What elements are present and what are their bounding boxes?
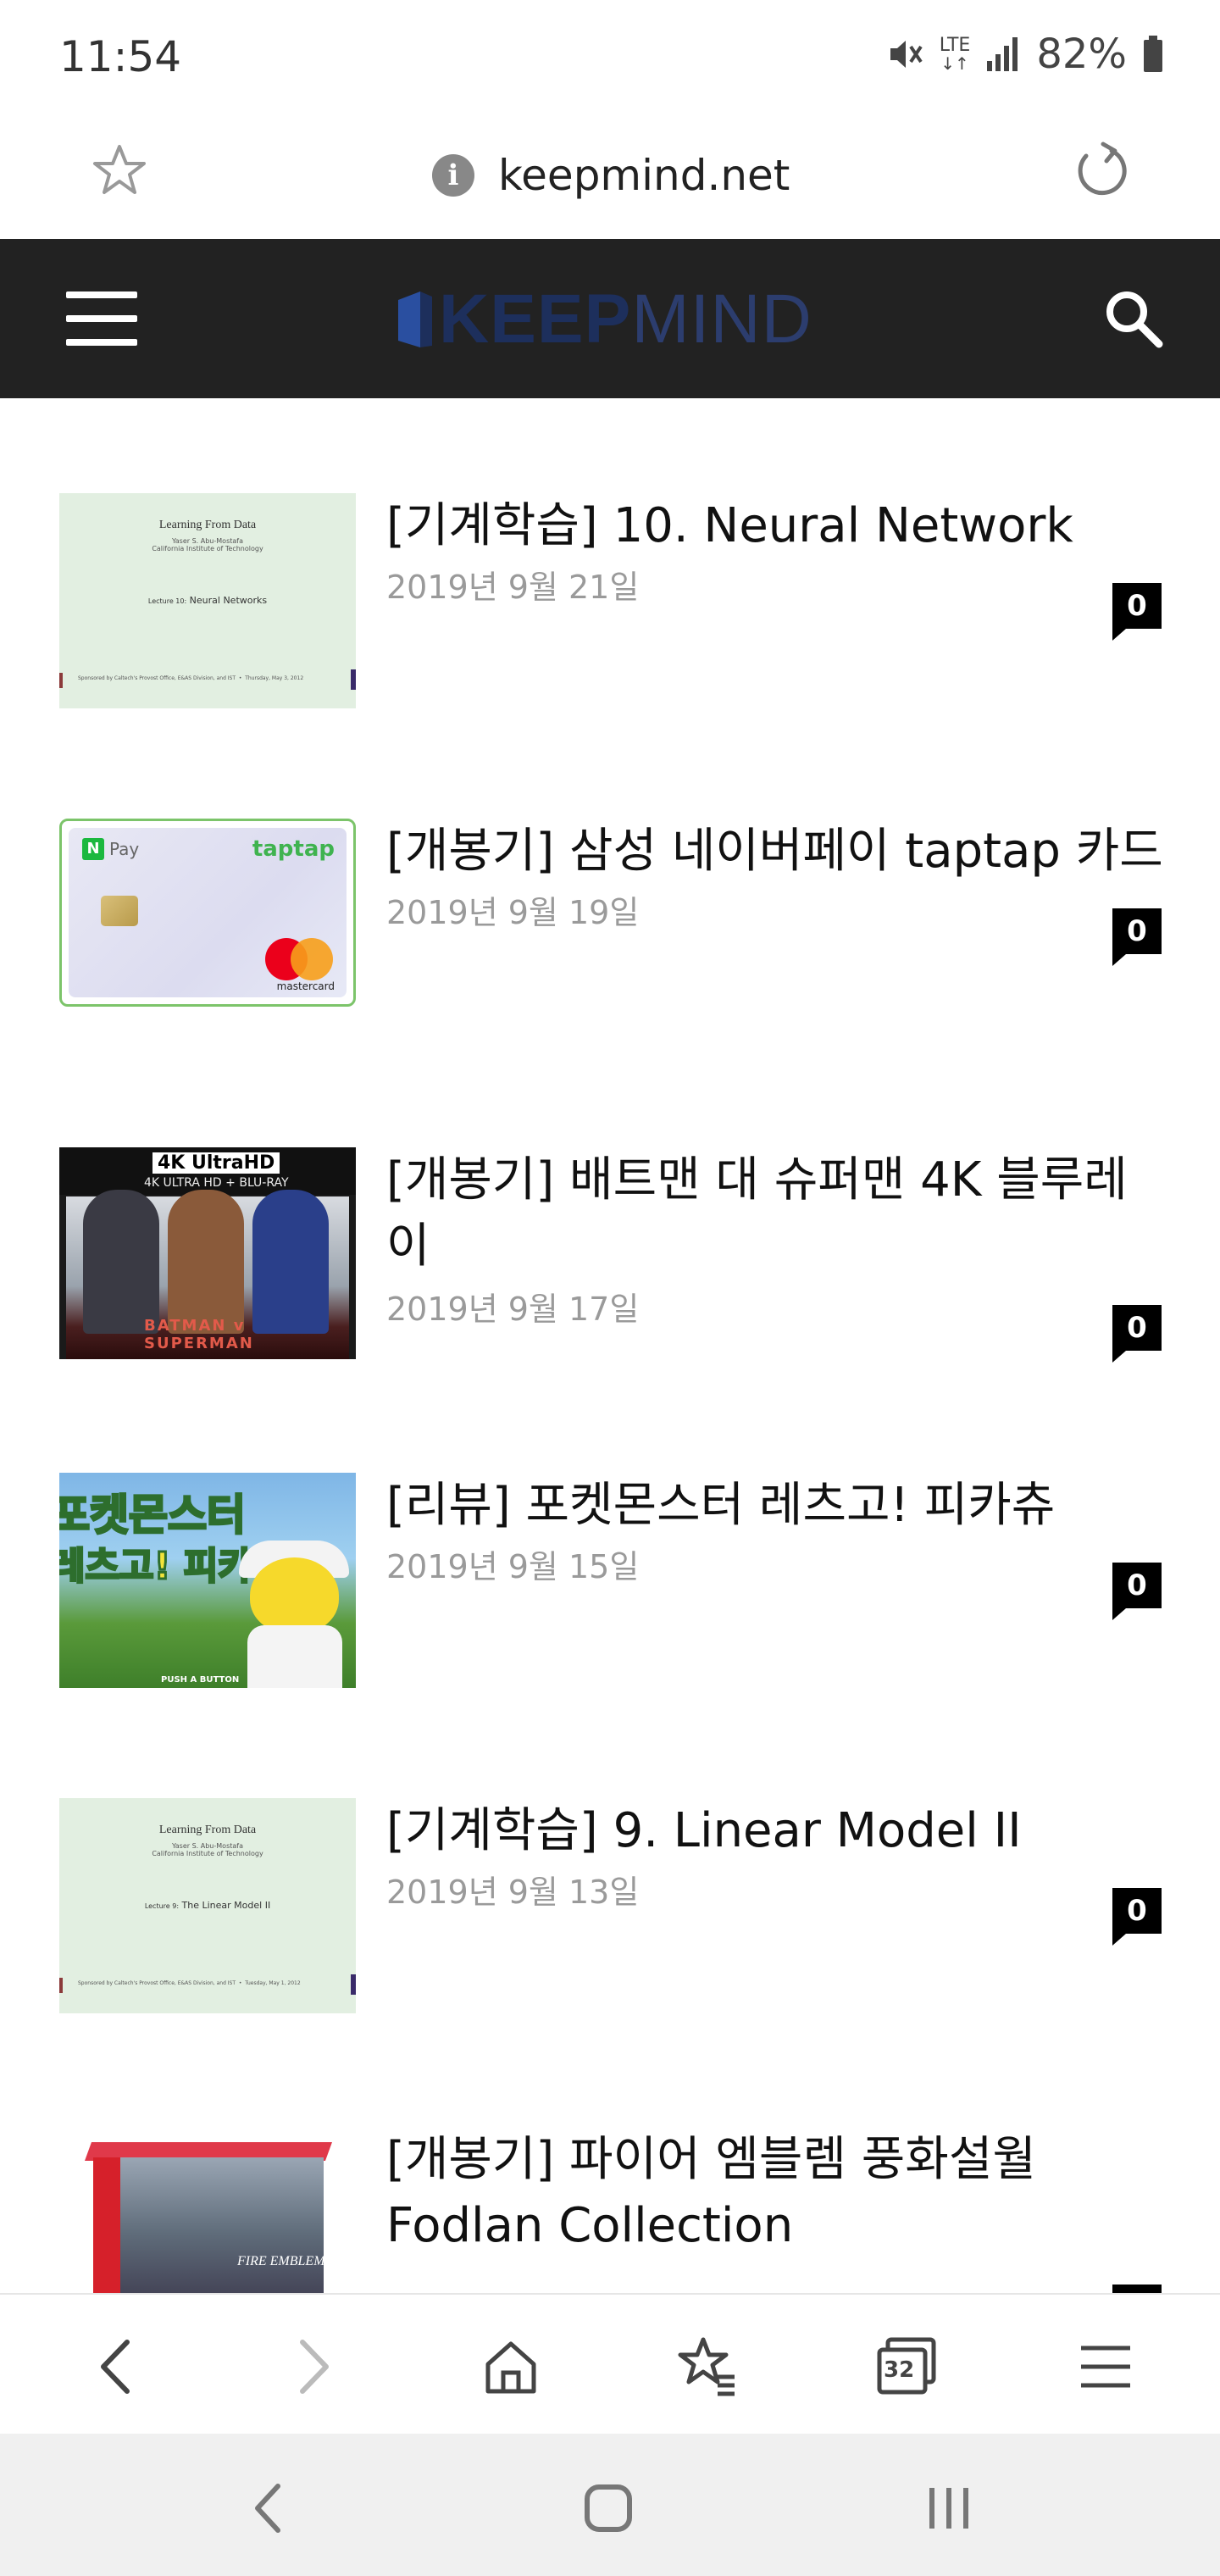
comment-count-badge[interactable]: 0 xyxy=(1112,1563,1162,1620)
menu-button[interactable] xyxy=(66,291,137,346)
site-logo[interactable]: KEEP MIND xyxy=(395,280,812,358)
battery-percent: 82% xyxy=(1036,31,1127,78)
comment-count-badge[interactable]: 0 xyxy=(1112,1305,1162,1363)
menu-lines-icon xyxy=(1081,2346,1130,2388)
system-back-button[interactable] xyxy=(234,2474,302,2542)
lte-indicator: LTE ↓↑ xyxy=(939,35,971,74)
home-icon xyxy=(485,2341,536,2394)
back-button[interactable] xyxy=(78,2329,154,2405)
post-title[interactable]: [기계학습] 10. Neural Network xyxy=(386,493,1166,559)
logo-text-mind: MIND xyxy=(631,280,812,358)
comment-count-badge[interactable]: 0 xyxy=(1112,583,1162,641)
address-bar: i keepmind.net xyxy=(0,119,1220,239)
post-thumbnail[interactable]: FIRE EMBLEM xyxy=(59,2127,356,2293)
status-time: 11:54 xyxy=(59,32,182,81)
post-thumbnail[interactable]: Learning From Data Yaser S. Abu-Mostafa C… xyxy=(59,1798,356,2013)
site-header: KEEP MIND xyxy=(0,239,1220,398)
list-item[interactable]: Learning From Data Yaser S. Abu-Mostafa C… xyxy=(0,1798,1220,2052)
chevron-right-icon xyxy=(300,2340,329,2394)
star-list-icon xyxy=(678,2337,735,2396)
url-field[interactable]: i keepmind.net xyxy=(432,146,790,205)
logo-mark-icon xyxy=(398,291,432,347)
mute-icon xyxy=(890,41,923,68)
system-back-icon xyxy=(255,2484,280,2533)
bookmarks-button[interactable] xyxy=(669,2329,746,2405)
list-item[interactable]: Learning From Data Yaser S. Abu-Mostafa C… xyxy=(0,493,1220,747)
post-title[interactable]: [기계학습] 9. Linear Model II xyxy=(386,1798,1166,1864)
signal-icon xyxy=(987,37,1018,71)
chevron-left-icon xyxy=(101,2340,130,2394)
tabs-button[interactable]: 32 xyxy=(868,2329,945,2405)
post-thumbnail[interactable]: N Pay taptap mastercard xyxy=(59,819,356,1007)
url-text[interactable]: keepmind.net xyxy=(498,151,790,200)
list-item[interactable]: 포켓몬스터 레츠고! 피카츄 PUSH A BUTTON [리뷰] 포켓몬스터 … xyxy=(0,1473,1220,1727)
post-title[interactable]: [개봉기] 삼성 네이버페이 taptap 카드 xyxy=(386,819,1166,885)
post-date: 2019년 9월 15일 xyxy=(386,1548,640,1585)
browser-toolbar: 32 xyxy=(0,2293,1220,2434)
forward-button[interactable] xyxy=(275,2329,352,2405)
comment-count-badge[interactable] xyxy=(1112,2285,1162,2293)
info-icon[interactable]: i xyxy=(432,154,474,197)
system-home-button[interactable] xyxy=(574,2474,642,2542)
bookmark-star-icon[interactable] xyxy=(92,142,147,198)
reload-icon[interactable] xyxy=(1069,139,1134,203)
search-icon[interactable] xyxy=(1100,285,1167,353)
post-date: 2019년 9월 19일 xyxy=(386,894,640,931)
post-date: 2019년 9월 17일 xyxy=(386,1291,640,1328)
system-home-icon xyxy=(585,2484,632,2532)
status-icons: LTE ↓↑ 82% xyxy=(885,31,1164,78)
system-recents-button[interactable] xyxy=(915,2474,983,2542)
mastercard-logo-icon xyxy=(265,938,333,980)
tabs-count: 32 xyxy=(884,2357,915,2383)
post-list: Learning From Data Yaser S. Abu-Mostafa C… xyxy=(0,398,1220,2293)
post-thumbnail[interactable]: 4K UltraHD 4K ULTRA HD + BLU-RAY BATMAN … xyxy=(59,1147,356,1359)
more-menu-button[interactable] xyxy=(1068,2329,1144,2405)
card-chip xyxy=(101,896,138,926)
list-item[interactable]: 4K UltraHD 4K ULTRA HD + BLU-RAY BATMAN … xyxy=(0,1147,1220,1402)
home-button[interactable] xyxy=(473,2329,549,2405)
battery-icon xyxy=(1144,36,1162,72)
list-item[interactable]: N Pay taptap mastercard [개봉기] 삼성 네이버페이 ta… xyxy=(0,819,1220,1073)
logo-text-keep: KEEP xyxy=(439,280,632,358)
post-date: 2019년 9월 13일 xyxy=(386,1874,640,1911)
comment-count-badge[interactable]: 0 xyxy=(1112,1888,1162,1946)
post-thumbnail[interactable]: 포켓몬스터 레츠고! 피카츄 PUSH A BUTTON xyxy=(59,1473,356,1688)
status-bar: 11:54 LTE ↓↑ 82% xyxy=(0,0,1220,119)
post-title[interactable]: [개봉기] 배트맨 대 슈퍼맨 4K 블루레이 xyxy=(386,1147,1166,1280)
system-recents-icon xyxy=(929,2488,968,2529)
comment-count-badge[interactable]: 0 xyxy=(1112,908,1162,966)
list-item[interactable]: FIRE EMBLEM [개봉기] 파이어 엠블렘 풍화설월 Fodlan Co… xyxy=(0,2127,1220,2293)
post-title[interactable]: [개봉기] 파이어 엠블렘 풍화설월 Fodlan Collection xyxy=(386,2127,1166,2259)
post-date: 2019년 9월 21일 xyxy=(386,569,640,606)
post-title[interactable]: [리뷰] 포켓몬스터 레츠고! 피카츄 xyxy=(386,1473,1166,1539)
npay-logo: N Pay xyxy=(82,838,139,860)
system-navigation-bar xyxy=(0,2434,1220,2576)
post-thumbnail[interactable]: Learning From Data Yaser S. Abu-Mostafa C… xyxy=(59,493,356,708)
